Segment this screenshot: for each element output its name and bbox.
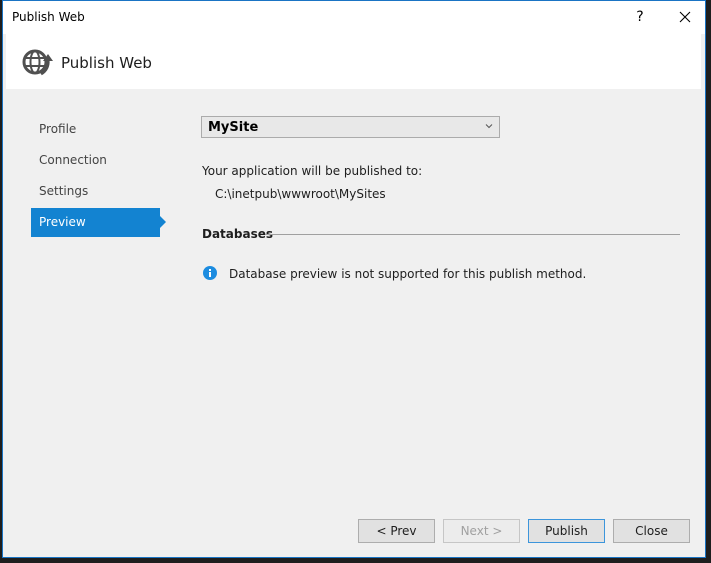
close-window-button[interactable] — [673, 6, 697, 28]
profile-select-value: MySite — [208, 120, 259, 135]
database-info-message: Database preview is not supported for th… — [229, 267, 587, 281]
publish-destination-label: Your application will be published to: — [202, 164, 423, 178]
title-bar: Publish Web ? — [3, 1, 705, 34]
wizard-nav: Profile Connection Settings Preview — [31, 115, 171, 239]
chevron-down-icon — [485, 124, 493, 129]
nav-item-settings[interactable]: Settings — [31, 177, 160, 206]
nav-item-profile[interactable]: Profile — [31, 115, 160, 144]
close-icon — [679, 11, 691, 23]
header-band: Publish Web — [6, 34, 701, 89]
header-title: Publish Web — [61, 54, 152, 72]
databases-heading: Databases — [202, 227, 274, 241]
close-button[interactable]: Close — [613, 519, 690, 543]
nav-item-preview[interactable]: Preview — [31, 208, 166, 237]
globe-publish-icon — [22, 49, 53, 76]
publish-web-dialog: Publish Web ? Publish Web Profile Connec… — [2, 0, 706, 558]
profile-select[interactable]: MySite — [201, 116, 500, 138]
databases-divider — [265, 234, 680, 235]
nav-item-connection[interactable]: Connection — [31, 146, 160, 175]
help-button[interactable]: ? — [629, 6, 651, 28]
next-button[interactable]: Next > — [443, 519, 520, 543]
publish-button[interactable]: Publish — [528, 519, 605, 543]
info-icon — [203, 266, 217, 280]
prev-button[interactable]: < Prev — [358, 519, 435, 543]
window-title: Publish Web — [12, 10, 85, 24]
publish-destination-path: C:\inetpub\wwwroot\MySites — [215, 187, 386, 201]
